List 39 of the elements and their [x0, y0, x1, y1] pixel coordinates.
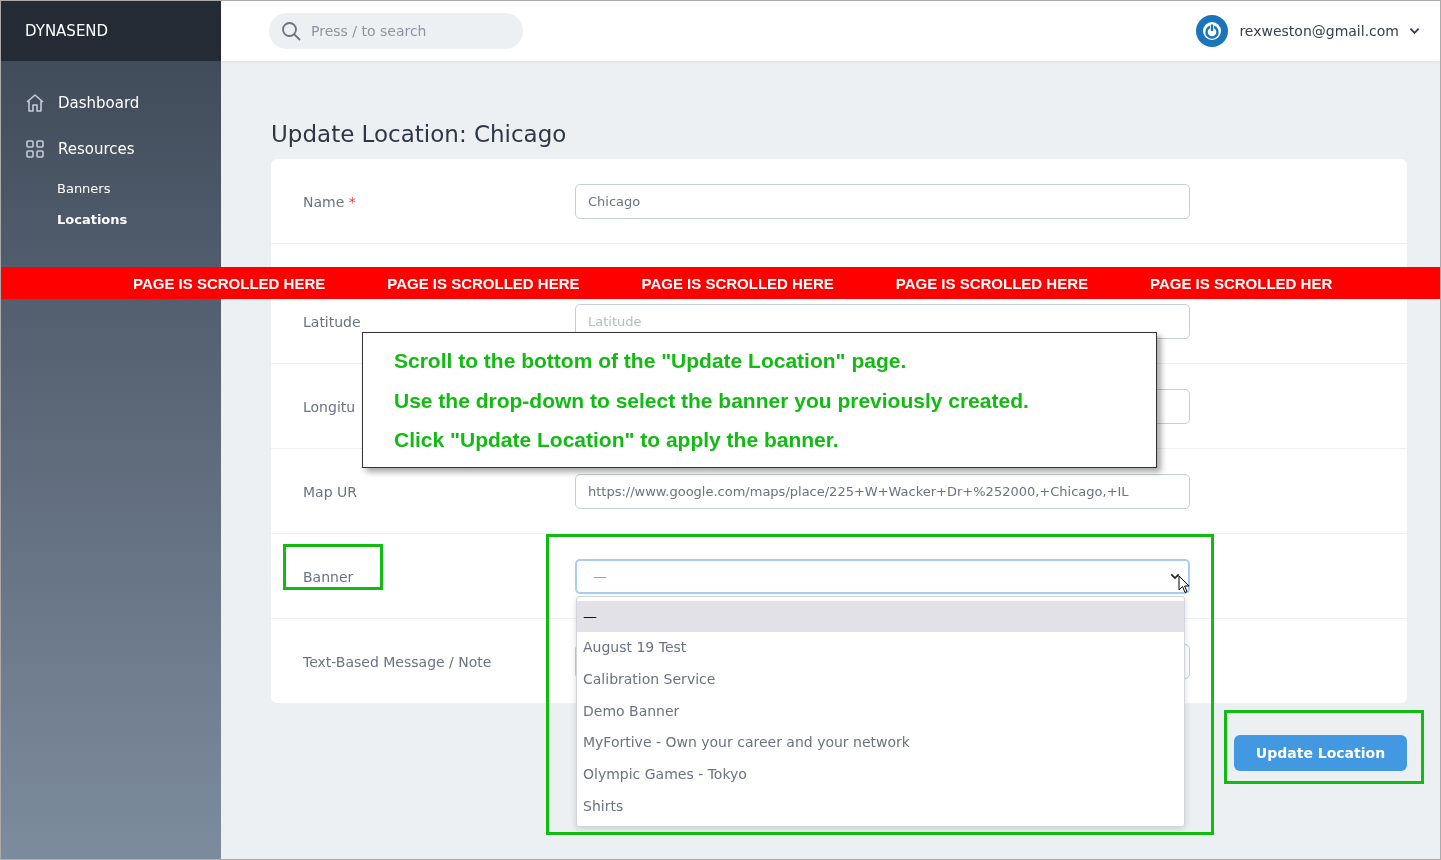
scroll-marker-text: PAGE IS SCROLLED HERE: [641, 274, 834, 292]
input-field[interactable]: Chicago: [575, 183, 1190, 219]
instruction-text: Use the drop-down to select the banner you previously created.: [394, 388, 1030, 414]
sidebar-item[interactable]: Dashboard: [1, 81, 221, 127]
chevron-down-icon: [1170, 572, 1180, 580]
dropdown-option[interactable]: Olympic Games - Tokyo: [577, 758, 1184, 791]
banner-dropdown[interactable]: —: [575, 558, 1190, 594]
dropdown-option[interactable]: August 19 Test: [577, 632, 1184, 664]
field-label: Text-Based Message / Note: [303, 653, 492, 670]
mouse-pointer-icon: [1178, 574, 1190, 594]
dropdown-option[interactable]: MyFortive - Own your career and your network: [577, 727, 1184, 759]
dropdown-option[interactable]: Calibration Service: [577, 663, 1184, 696]
field-label: Name *: [303, 193, 356, 210]
power-icon: [1195, 14, 1230, 48]
search-field[interactable]: Press / to search: [269, 13, 523, 49]
page-title: Update Location: Chicago: [271, 121, 568, 147]
sidebar-subitem[interactable]: Locations: [1, 204, 221, 235]
chevron-down-icon: [1409, 27, 1420, 35]
sidebar-subitem[interactable]: Banners: [1, 173, 221, 204]
dropdown-option[interactable]: —: [577, 600, 1184, 633]
dropdown-option[interactable]: Demo Banner: [577, 695, 1184, 728]
sidebar-item[interactable]: Resources: [1, 127, 221, 173]
scroll-marker-text: PAGE IS SCROLLED HERE: [895, 274, 1088, 292]
field-label: Longitu: [303, 398, 356, 415]
instruction-text: Scroll to the bottom of the "Update Location" page.: [394, 349, 908, 374]
dropdown-option[interactable]: Shirts: [577, 790, 1184, 823]
field-label: Map UR: [303, 483, 357, 500]
field-label: Latitude: [303, 313, 361, 330]
input-field[interactable]: https://www.google.com/maps/place/225+W+Wacker+Dr+%252000,+Chicago,+IL: [575, 473, 1190, 509]
grid-icon: [25, 139, 45, 159]
field-label: Banner: [303, 568, 354, 585]
scroll-marker-text: PAGE IS SCROLLED HERE: [387, 274, 580, 292]
scroll-marker-text: PAGE IS SCROLLED HER: [1150, 274, 1333, 292]
user-menu[interactable]: rexweston@gmail.com: [1195, 14, 1420, 48]
scroll-marker-text: PAGE IS SCROLLED HERE: [133, 274, 326, 292]
update-location-button[interactable]: Update Location: [1234, 735, 1407, 771]
home-icon: [25, 93, 45, 113]
instruction-text: Click "Update Location" to apply the banner.: [394, 428, 840, 453]
brand-logo-text: DYNASEND: [25, 22, 109, 40]
